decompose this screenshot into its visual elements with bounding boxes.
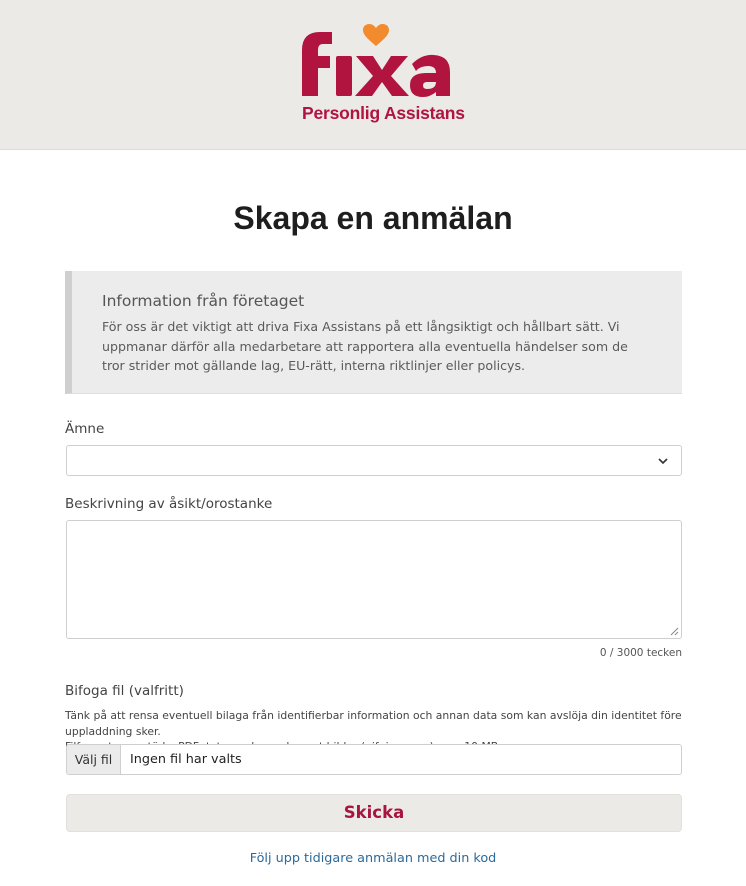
attach-help-privacy: Tänk på att rensa eventuell bilaga från … bbox=[65, 709, 682, 738]
logo-wordmark bbox=[302, 24, 450, 97]
attach-label: Bifoga fil (valfritt) bbox=[65, 683, 184, 699]
choose-file-button[interactable]: Välj fil bbox=[67, 745, 121, 774]
logo-subtitle: Personlig Assistans bbox=[302, 103, 465, 123]
follow-up-link[interactable]: Följ upp tidigare anmälan med din kod bbox=[0, 851, 746, 866]
subject-label: Ämne bbox=[65, 421, 105, 437]
company-info-box: Information från företaget För oss är de… bbox=[65, 271, 682, 394]
info-text: För oss är det viktigt att driva Fixa As… bbox=[102, 319, 628, 373]
file-input[interactable]: Välj fil Ingen fil har valts bbox=[66, 744, 682, 775]
fixa-logo[interactable]: Personlig Assistans bbox=[296, 24, 465, 128]
site-header: Personlig Assistans bbox=[0, 0, 746, 150]
heart-icon bbox=[363, 24, 389, 46]
info-title: Information från företaget bbox=[102, 292, 305, 310]
resize-handle-icon[interactable] bbox=[670, 627, 679, 636]
submit-button[interactable]: Skicka bbox=[66, 794, 682, 832]
page-title: Skapa en anmälan bbox=[233, 200, 513, 236]
character-counter: 0 / 3000 tecken bbox=[599, 647, 682, 659]
description-textarea[interactable] bbox=[66, 520, 682, 639]
chevron-down-icon bbox=[658, 458, 668, 465]
file-status: Ingen fil har valts bbox=[130, 752, 242, 767]
description-label: Beskrivning av åsikt/orostanke bbox=[65, 496, 273, 512]
subject-select[interactable] bbox=[66, 445, 682, 476]
